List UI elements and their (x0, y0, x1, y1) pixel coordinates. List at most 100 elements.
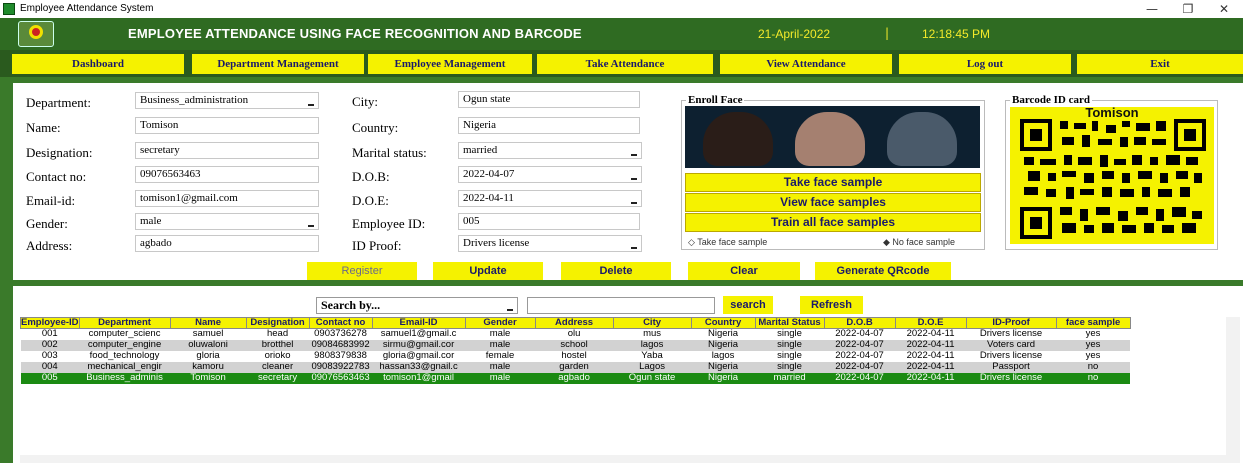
table-cell: mechanical_engir (79, 361, 171, 373)
dob-label: D.O.B: (352, 169, 390, 184)
contact-input[interactable]: 09076563463 (135, 166, 319, 183)
email-input[interactable]: tomison1@gmail.com (135, 190, 319, 207)
address-input[interactable]: agbado (135, 235, 319, 252)
table-cell: Ogun state (613, 372, 692, 384)
doe-select[interactable]: 2022-04-11 (458, 190, 642, 207)
column-header[interactable]: D.O.E (894, 317, 967, 329)
table-cell: 09076563463 (309, 372, 373, 384)
column-header[interactable]: City (612, 317, 692, 329)
train-face-samples-button[interactable]: Train all face samples (685, 213, 981, 232)
employee-id-input[interactable]: 005 (458, 213, 640, 230)
update-button[interactable]: Update (433, 262, 543, 281)
dob-value: 2022-04-07 (463, 168, 515, 180)
vertical-scrollbar[interactable] (1226, 317, 1240, 463)
register-button[interactable]: Register (307, 262, 417, 281)
table-cell: 2022-04-11 (895, 372, 967, 384)
table-cell: Drivers license (966, 328, 1057, 340)
department-label: Department: (26, 95, 91, 110)
chevron-down-icon[interactable] (306, 95, 316, 107)
chevron-down-icon[interactable] (629, 193, 639, 205)
barcode-id-card-title: Barcode ID card (1010, 94, 1093, 106)
country-input[interactable]: Nigeria (458, 117, 640, 134)
search-by-select[interactable]: Search by... (316, 297, 518, 314)
id-proof-select[interactable]: Drivers license (458, 235, 642, 252)
search-input[interactable] (527, 297, 715, 314)
gender-select[interactable]: male (135, 213, 319, 230)
department-select[interactable]: Business_administration (135, 92, 319, 109)
table-cell: 9808379838 (309, 350, 373, 362)
table-cell: oluwaloni (170, 339, 247, 351)
table-cell: 2022-04-11 (895, 328, 967, 340)
nav-dashboard-button[interactable]: Dashboard (12, 54, 184, 74)
column-header[interactable]: Department (78, 317, 171, 329)
view-face-samples-button[interactable]: View face samples (685, 193, 981, 212)
table-cell: Tomison (170, 372, 247, 384)
chevron-down-icon[interactable] (505, 300, 515, 312)
table-row[interactable]: 003 food_technology gloria orioko 9808379838… (20, 350, 1131, 362)
table-cell: hassan33@gnail.c (372, 361, 466, 373)
table-cell: single (755, 361, 825, 373)
table-cell: gloria (170, 350, 247, 362)
face-image-2 (795, 112, 865, 166)
chevron-down-icon[interactable] (629, 169, 639, 181)
table-row[interactable]: 004 mechanical_engir kamoru cleaner 09083922… (20, 361, 1131, 373)
nav-view-attendance-button[interactable]: View Attendance (720, 54, 892, 74)
table-cell: 2022-04-07 (824, 350, 896, 362)
dob-select[interactable]: 2022-04-07 (458, 166, 642, 183)
designation-label: Designation: (26, 145, 93, 160)
column-header[interactable]: Employee-ID (20, 317, 80, 329)
column-header[interactable]: D.O.B (823, 317, 896, 329)
generate-qrcode-button[interactable]: Generate QRcode (815, 262, 951, 281)
marital-status-select[interactable]: married (458, 142, 642, 159)
table-cell: 09084683992 (309, 339, 373, 351)
column-header[interactable]: Email-ID (371, 317, 466, 329)
nav-employee-management-button[interactable]: Employee Management (368, 54, 532, 74)
delete-button[interactable]: Delete (561, 262, 671, 281)
table-cell: Drivers license (966, 350, 1057, 362)
chevron-down-icon[interactable] (629, 145, 639, 157)
name-input[interactable]: Tomison (135, 117, 319, 134)
table-cell: Lagos (613, 361, 692, 373)
table-row[interactable]: 001 computer_scienc samuel head 0903736278 sa… (20, 328, 1131, 340)
chevron-down-icon[interactable] (629, 238, 639, 250)
close-icon[interactable]: ✕ (1206, 0, 1242, 18)
take-face-sample-radio[interactable]: ◇ Take face sample (688, 237, 767, 248)
column-header[interactable]: Name (169, 317, 247, 329)
no-face-sample-radio[interactable]: ◆ No face sample (883, 237, 955, 248)
column-header[interactable]: face sample (1055, 317, 1131, 329)
column-header[interactable]: Address (534, 317, 614, 329)
nav-logout-button[interactable]: Log out (899, 54, 1071, 74)
table-cell: 09083922783 (309, 361, 373, 373)
column-header[interactable]: ID-Proof (965, 317, 1057, 329)
employee-id-label: Employee ID: (352, 216, 426, 231)
qr-code-card: Tomison (1010, 106, 1214, 244)
table-cell: Drivers license (966, 372, 1057, 384)
nav-exit-button[interactable]: Exit (1077, 54, 1243, 74)
designation-input[interactable]: secretary (135, 142, 319, 159)
column-header[interactable]: Marital Status (754, 317, 825, 329)
table-row-selected[interactable]: 005 Business_adminis Tomison secretary 09076… (20, 372, 1131, 384)
minimize-icon[interactable]: — (1134, 0, 1170, 18)
table-cell: single (755, 328, 825, 340)
column-header[interactable]: Gender (464, 317, 536, 329)
chevron-down-icon[interactable] (306, 216, 316, 228)
nav-take-attendance-button[interactable]: Take Attendance (537, 54, 713, 74)
table-cell: female (465, 350, 536, 362)
column-header[interactable]: Country (690, 317, 756, 329)
table-cell: 2022-04-07 (824, 372, 896, 384)
nav-department-management-button[interactable]: Department Management (192, 54, 364, 74)
take-face-sample-button[interactable]: Take face sample (685, 173, 981, 192)
table-cell: 002 (20, 339, 80, 351)
city-input[interactable]: Ogun state (458, 91, 640, 108)
column-header[interactable]: Designation (245, 317, 310, 329)
face-image-1 (703, 112, 773, 166)
table-cell: no (1056, 361, 1131, 373)
clear-button[interactable]: Clear (688, 262, 800, 281)
table-row[interactable]: 002 computer_engine oluwaloni brotthel 09084… (20, 339, 1131, 351)
horizontal-scrollbar[interactable] (20, 455, 1226, 463)
maximize-icon[interactable]: ❐ (1170, 0, 1206, 18)
gender-value: male (140, 215, 162, 227)
refresh-button[interactable]: Refresh (800, 296, 863, 314)
search-button[interactable]: search (723, 296, 773, 314)
column-header[interactable]: Contact no (308, 317, 373, 329)
